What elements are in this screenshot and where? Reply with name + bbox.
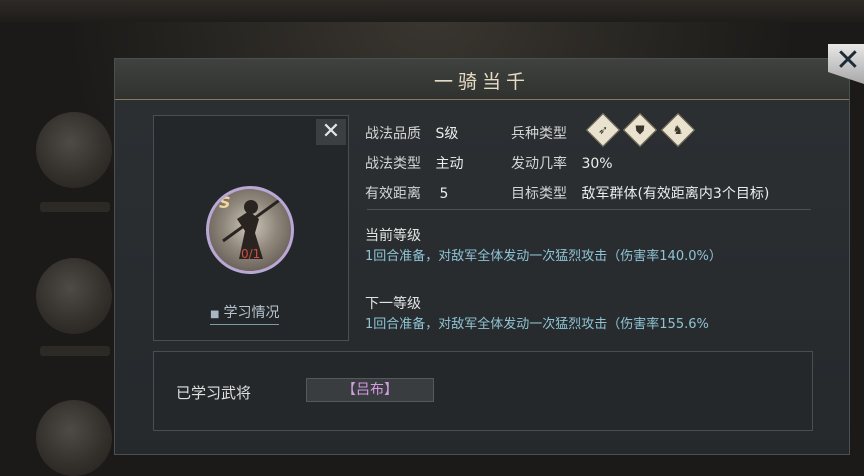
learn-status-label: 学习情况 <box>223 305 280 321</box>
background-list-avatar <box>36 400 112 476</box>
quality-label: 战法品质 <box>365 126 421 142</box>
current-level-desc: 1回合准备，对敌军全体发动一次猛烈攻击（伤害率140.0%） <box>365 249 722 264</box>
close-icon: ✕ <box>835 43 861 78</box>
dialog-title-bar: 一骑当千 <box>115 59 849 100</box>
range-label: 有效距离 <box>365 186 421 202</box>
target-value: 敌军群体(有效距离内3个目标) <box>581 186 770 202</box>
next-level-desc: 1回合准备，对敌军全体发动一次猛烈攻击（伤害率155.6% <box>365 317 709 332</box>
range-row: 有效距离 5 <box>365 183 448 203</box>
type-row: 战法类型 主动 <box>365 153 463 173</box>
skill-close-button[interactable]: ✕ <box>316 119 346 145</box>
quality-value: S级 <box>435 126 459 142</box>
learn-status-link[interactable]: ■ 学习情况 <box>210 302 280 325</box>
background-list-label <box>40 202 110 212</box>
grade-badge: S <box>219 193 231 212</box>
close-icon: ✕ <box>321 119 341 144</box>
current-level-label: 当前等级 <box>365 228 421 244</box>
background-list-avatar <box>36 112 112 188</box>
shield-icon[interactable]: ⛊ <box>623 113 657 147</box>
background-top-bar <box>0 0 864 22</box>
learned-generals-box: 已学习武将 【吕布】 <box>153 351 813 431</box>
learned-generals-label: 已学习武将 <box>176 384 252 402</box>
learned-general-slot[interactable]: 【吕布】 <box>306 378 434 402</box>
horse-icon[interactable]: ♞ <box>661 113 695 147</box>
troop-row: 兵种类型 <box>511 123 567 143</box>
troop-label: 兵种类型 <box>511 126 567 142</box>
range-value: 5 <box>439 186 449 202</box>
learn-progress: 0/1 <box>241 247 261 261</box>
background-list-avatar <box>36 258 112 334</box>
skill-card: ✕ S 0/1 ■ 学习情况 <box>153 115 349 341</box>
rate-label: 发动几率 <box>511 156 567 172</box>
warrior-portrait-icon[interactable]: S 0/1 <box>206 186 294 274</box>
rate-value: 30% <box>581 156 613 172</box>
next-level-label: 下一等级 <box>365 296 421 312</box>
bullet-icon: ■ <box>210 309 220 320</box>
skill-detail-dialog: 一骑当千 ✕ S 0/1 ■ 学习情况 战法品质 S级 兵种类型 ➶ ⛊ ♞ 战法… <box>114 58 850 455</box>
target-label: 目标类型 <box>511 186 567 202</box>
info-divider <box>367 209 811 210</box>
type-value: 主动 <box>435 156 464 172</box>
target-row: 目标类型 敌军群体(有效距离内3个目标) <box>511 183 769 203</box>
rate-row: 发动几率 30% <box>511 153 613 173</box>
bow-icon[interactable]: ➶ <box>586 113 620 147</box>
dialog-title: 一骑当千 <box>433 71 530 93</box>
background-list-label <box>40 346 110 356</box>
type-label: 战法类型 <box>365 156 421 172</box>
quality-row: 战法品质 S级 <box>365 123 458 143</box>
